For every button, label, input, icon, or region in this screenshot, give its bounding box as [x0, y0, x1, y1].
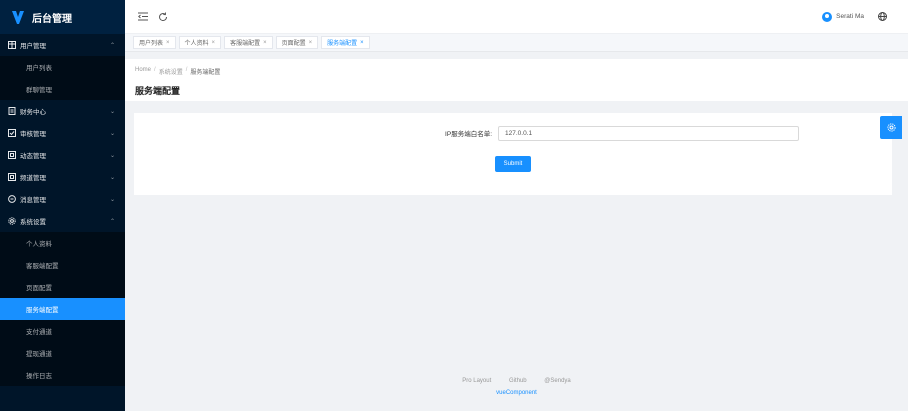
- form-row-ip-whitelist: IP服务端白名单:: [134, 125, 892, 141]
- footer-links: Pro Layout Github @Sendya: [125, 378, 908, 384]
- close-icon[interactable]: ×: [166, 40, 170, 46]
- ip-whitelist-label: IP服务端白名单:: [445, 131, 492, 138]
- breadcrumb-system-settings[interactable]: 系统设置: [159, 67, 183, 76]
- close-icon[interactable]: ×: [212, 40, 216, 46]
- sidebar-item-label: 用户管理: [20, 43, 46, 50]
- sidebar-item-label: 页面配置: [26, 285, 52, 292]
- close-icon[interactable]: ×: [263, 40, 267, 46]
- logo-icon: [12, 10, 24, 24]
- sidebar-item-operation-log[interactable]: 操作日志: [0, 364, 125, 386]
- close-icon[interactable]: ×: [360, 40, 364, 46]
- breadcrumb-current: 服务端配置: [190, 70, 221, 76]
- sidebar-item-label: 个人资料: [26, 241, 52, 248]
- sidebar-item-group-chat[interactable]: 群聊管理: [0, 78, 125, 100]
- reload-icon[interactable]: [157, 11, 169, 23]
- chevron-up-icon: ⌃: [109, 42, 115, 49]
- sidebar-item-label: 操作日志: [26, 373, 52, 380]
- settings-drawer-button[interactable]: [880, 116, 902, 139]
- check-square-icon: [7, 129, 16, 138]
- sidebar-item-channel[interactable]: 频道管理 ⌄: [0, 166, 125, 188]
- sidebar-item-label: 动态管理: [20, 153, 46, 160]
- chevron-down-icon: ⌄: [109, 196, 115, 203]
- footer-vue-component[interactable]: vueComponent: [125, 390, 908, 396]
- sidebar-item-label: 群聊管理: [26, 87, 52, 94]
- page-title: 服务端配置: [135, 86, 181, 96]
- breadcrumb-separator: /: [154, 67, 156, 73]
- sidebar-item-messages[interactable]: 消息管理 ⌄: [0, 188, 125, 210]
- avatar[interactable]: [822, 11, 833, 22]
- sidebar-item-label: 审核管理: [20, 131, 46, 138]
- table-icon: [7, 41, 16, 50]
- sidebar-item-profile[interactable]: 个人资料: [0, 232, 125, 254]
- gear-icon: [886, 123, 896, 132]
- footer-link-sendya[interactable]: @Sendya: [544, 378, 570, 384]
- app-title: 后台管理: [32, 13, 72, 25]
- gear-icon: [7, 217, 16, 226]
- sidebar-item-label: 系统设置: [20, 219, 46, 226]
- footer-link-pro-layout[interactable]: Pro Layout: [462, 378, 491, 384]
- menu-fold-icon[interactable]: [137, 11, 149, 23]
- grid-icon: [7, 173, 16, 182]
- tab-label: 客服端配置: [230, 41, 261, 47]
- sidebar-item-label: 提现通道: [26, 351, 52, 358]
- footer-link-github[interactable]: Github: [509, 378, 527, 384]
- sidebar-item-client-config[interactable]: 客服端配置: [0, 254, 125, 276]
- sidebar-item-label: 客服端配置: [26, 263, 59, 270]
- close-icon[interactable]: ×: [309, 40, 313, 46]
- chevron-down-icon: ⌄: [109, 174, 115, 181]
- grid-icon: [7, 151, 16, 160]
- sidebar-item-page-config[interactable]: 页面配置: [0, 276, 125, 298]
- submenu-user-management: 用户列表 群聊管理: [0, 56, 125, 100]
- tab-label: 个人资料: [184, 41, 209, 47]
- message-icon: [7, 195, 16, 204]
- sidebar-menu: 用户管理 ⌃ 用户列表 群聊管理 财务中心 ⌄ 审核管理 ⌄ 动态管理 ⌄ 频道…: [0, 34, 125, 386]
- chevron-down-icon: ⌄: [109, 108, 115, 115]
- chevron-down-icon: ⌄: [109, 152, 115, 159]
- sidebar-item-withdraw-channel[interactable]: 提现通道: [0, 342, 125, 364]
- sidebar-item-payment-channel[interactable]: 支付通道: [0, 320, 125, 342]
- sidebar-item-label: 服务端配置: [26, 307, 59, 314]
- sidebar-item-finance[interactable]: 财务中心 ⌄: [0, 100, 125, 122]
- breadcrumb-home[interactable]: Home: [135, 67, 151, 76]
- tab-label: 页面配置: [281, 41, 306, 47]
- breadcrumb: Home / 系统设置 / 服务端配置: [135, 67, 898, 76]
- sidebar-item-review[interactable]: 审核管理 ⌄: [0, 122, 125, 144]
- tab-profile[interactable]: 个人资料 ×: [178, 36, 222, 49]
- submenu-system-settings: 个人资料 客服端配置 页面配置 服务端配置 支付通道 提现通道 操作日志: [0, 232, 125, 386]
- chevron-up-icon: ⌃: [109, 218, 115, 225]
- globe-icon[interactable]: [876, 11, 888, 23]
- tab-server-config[interactable]: 服务端配置 ×: [321, 36, 370, 49]
- sidebar-item-user-management[interactable]: 用户管理 ⌃: [0, 34, 125, 56]
- ip-whitelist-input[interactable]: [498, 125, 799, 141]
- sidebar-item-label: 用户列表: [26, 65, 52, 72]
- sidebar-item-system-settings[interactable]: 系统设置 ⌃: [0, 210, 125, 232]
- tab-label: 用户列表: [139, 41, 164, 47]
- header-right: Serati Ma: [822, 11, 896, 23]
- submit-button[interactable]: Submit: [495, 156, 531, 172]
- tab-page-config[interactable]: 页面配置 ×: [275, 36, 319, 49]
- config-form-card: IP服务端白名单: Submit: [134, 113, 892, 195]
- logo[interactable]: 后台管理: [0, 0, 125, 34]
- breadcrumb-separator: /: [185, 67, 188, 73]
- sidebar-item-label: 支付通道: [26, 329, 52, 336]
- tab-label: 服务端配置: [327, 41, 358, 47]
- user-name[interactable]: Serati Ma: [836, 13, 864, 20]
- chevron-down-icon: ⌄: [109, 130, 115, 137]
- file-icon: [7, 107, 16, 116]
- top-header: Serati Ma: [125, 0, 908, 34]
- tab-user-list[interactable]: 用户列表 ×: [133, 36, 176, 49]
- tab-bar: 用户列表 × 个人资料 × 客服端配置 × 页面配置 × 服务端配置 ×: [125, 34, 908, 52]
- footer: Pro Layout Github @Sendya vueComponent: [125, 378, 908, 396]
- sidebar-item-label: 频道管理: [20, 175, 46, 182]
- sidebar-item-user-list[interactable]: 用户列表: [0, 56, 125, 78]
- sidebar-item-label: 财务中心: [20, 109, 46, 116]
- sidebar-item-label: 消息管理: [20, 197, 46, 204]
- page-header: Home / 系统设置 / 服务端配置 服务端配置: [125, 59, 908, 101]
- tab-client-config[interactable]: 客服端配置 ×: [224, 36, 273, 49]
- sidebar-item-feed[interactable]: 动态管理 ⌄: [0, 144, 125, 166]
- sidebar-item-server-config[interactable]: 服务端配置: [0, 298, 125, 320]
- sidebar: 后台管理 用户管理 ⌃ 用户列表 群聊管理 财务中心 ⌄ 审核管理 ⌄ 动态管理…: [0, 0, 125, 411]
